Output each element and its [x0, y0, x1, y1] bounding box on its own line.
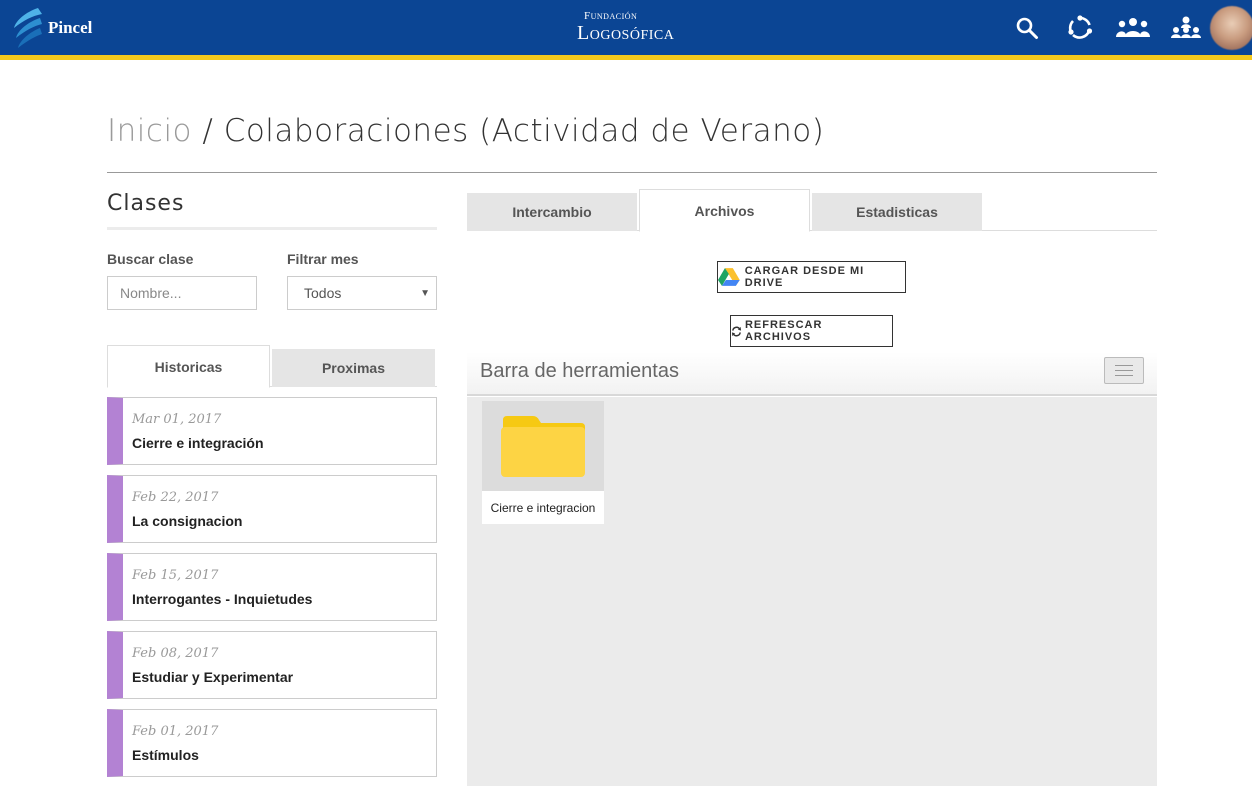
caret-down-icon: ▼ — [420, 287, 430, 299]
breadcrumb-separator: / — [192, 113, 224, 149]
class-title: La consignacion — [132, 513, 243, 529]
file-thumbnail — [482, 401, 604, 491]
filter-month-label: Filtrar mes — [287, 251, 359, 267]
header-accent-stripe — [0, 55, 1252, 60]
class-title: Interrogantes - Inquietudes — [132, 591, 313, 607]
toolbar-title: Barra de herramientas — [480, 360, 679, 382]
menu-icon-line — [1115, 370, 1133, 371]
search-icon — [1016, 17, 1038, 39]
menu-icon-line — [1115, 375, 1133, 376]
tab-intercambio[interactable]: Intercambio — [467, 193, 637, 231]
breadcrumb: Inicio / Colaboraciones (Actividad de Ve… — [107, 113, 824, 149]
load-from-drive-button[interactable]: Cargar desde mi drive — [717, 261, 906, 293]
group-icon — [1116, 18, 1150, 37]
search-button[interactable] — [1010, 11, 1044, 45]
class-list: Mar 01, 2017 Cierre e integración Feb 22… — [107, 397, 437, 787]
search-class-input[interactable] — [107, 276, 257, 310]
sync-button[interactable] — [1063, 11, 1097, 45]
refresh-files-label: Refrescar archivos — [744, 319, 823, 343]
tab-estadisticas[interactable]: Estadisticas — [812, 193, 982, 231]
class-card[interactable]: Feb 08, 2017 Estudiar y Experimentar — [107, 631, 437, 699]
class-title: Estudiar y Experimentar — [132, 669, 294, 685]
tab-proximas[interactable]: Proximas — [272, 349, 435, 387]
toolbar-menu-button[interactable] — [1104, 357, 1144, 384]
class-date: Feb 08, 2017 — [132, 646, 219, 661]
class-date: Mar 01, 2017 — [132, 412, 222, 427]
filter-month-value: Todos — [304, 285, 342, 301]
files-area: Cierre e integracion — [467, 397, 1157, 786]
tab-historicas[interactable]: Historicas — [107, 345, 270, 388]
breadcrumb-home-link[interactable]: Inicio — [107, 113, 192, 149]
class-title: Estímulos — [132, 747, 199, 763]
classes-heading: Clases — [107, 191, 185, 216]
main-tabs: Intercambio Archivos Estadisticas — [467, 189, 1157, 232]
classes-tabs: Historicas Proximas — [107, 345, 437, 388]
file-name: Cierre e integracion — [490, 500, 596, 515]
file-toolbar: Barra de herramientas — [467, 352, 1157, 396]
fundacion-logo: Fundación Logosófica — [577, 10, 697, 45]
file-item[interactable]: Cierre e integracion — [482, 401, 604, 524]
header-icon-group — [1010, 11, 1222, 45]
class-card[interactable]: Mar 01, 2017 Cierre e integración — [107, 397, 437, 465]
logo-line-2: Logosófica — [577, 22, 675, 44]
google-drive-icon — [718, 268, 740, 286]
breadcrumb-current: Colaboraciones (Actividad de Verano) — [223, 113, 825, 149]
brand-name: Pincel — [48, 18, 93, 37]
class-date: Feb 22, 2017 — [132, 490, 219, 505]
class-card[interactable]: Feb 22, 2017 La consignacion — [107, 475, 437, 543]
refresh-files-button[interactable]: Refrescar archivos — [730, 315, 893, 347]
org-chart-button[interactable] — [1169, 11, 1203, 45]
tab-archivos[interactable]: Archivos — [639, 189, 810, 232]
class-date: Feb 01, 2017 — [132, 724, 219, 739]
brand-logo[interactable]: Pincel — [10, 4, 92, 52]
class-card[interactable]: Feb 01, 2017 Estímulos — [107, 709, 437, 777]
group-button[interactable] — [1116, 11, 1150, 45]
menu-icon-line — [1115, 365, 1133, 366]
filter-month-select[interactable]: Todos ▼ — [287, 276, 437, 310]
search-class-label: Buscar clase — [107, 251, 194, 267]
user-avatar[interactable] — [1210, 6, 1252, 50]
class-date: Feb 15, 2017 — [132, 568, 219, 583]
sync-icon — [1068, 15, 1093, 39]
folder-icon — [501, 416, 585, 477]
refresh-icon — [731, 326, 742, 336]
breadcrumb-divider — [107, 172, 1157, 173]
class-card[interactable]: Feb 15, 2017 Interrogantes - Inquietudes — [107, 553, 437, 621]
org-chart-icon — [1171, 16, 1201, 38]
classes-heading-divider — [107, 227, 437, 230]
top-navbar: Pincel Fundación Logosófica — [0, 0, 1252, 55]
class-title: Cierre e integración — [132, 435, 264, 451]
load-from-drive-label: Cargar desde mi drive — [744, 265, 865, 289]
logo-line-1: Fundación — [584, 10, 638, 22]
pincel-logo-icon — [14, 8, 42, 48]
